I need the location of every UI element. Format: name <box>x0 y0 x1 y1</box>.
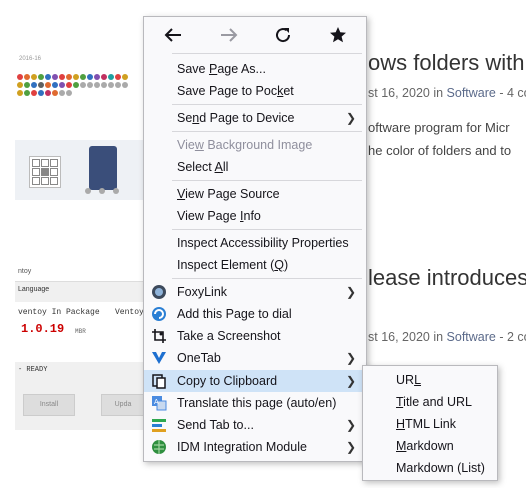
article-meta-1: st 16, 2020 in Software - 4 co <box>368 86 526 100</box>
thumbnail-window-title: ntoy <box>15 268 143 282</box>
article-thumbnail-2[interactable]: ntoy Language ventoy In Package Ventoy 1… <box>15 268 145 430</box>
copy-to-clipboard-submenu: URL Title and URL HTML Link Markdown Mar… <box>362 365 498 481</box>
icon-palette-row <box>17 74 128 80</box>
icon-palette-row <box>17 82 128 88</box>
submenu-item-title-and-url[interactable]: Title and URL <box>396 395 472 409</box>
thumbnail-language-menu: Language <box>18 286 50 293</box>
forward-arrow-icon <box>221 28 238 42</box>
send-tab-icon <box>152 419 166 432</box>
menu-item-select-all[interactable]: Select All <box>144 156 366 178</box>
star-icon <box>330 27 346 43</box>
chevron-right-icon: ❯ <box>345 285 356 299</box>
chevron-right-icon: ❯ <box>345 440 356 454</box>
menu-separator <box>172 131 362 132</box>
screenshot-icon <box>152 329 166 343</box>
article-meta-2: st 16, 2020 in Software - 2 co <box>368 330 526 344</box>
context-nav-row <box>144 17 366 53</box>
submenu-item-html-link[interactable]: HTML Link <box>396 417 456 431</box>
idm-icon <box>152 440 166 454</box>
folder-preview <box>15 140 143 200</box>
chevron-right-icon: ❯ <box>345 418 356 432</box>
context-menu: Save Page As... Save Page to Pocket Send… <box>143 16 367 462</box>
speed-dial-icon <box>152 307 166 321</box>
clipboard-icon <box>152 374 166 389</box>
back-arrow-icon <box>164 28 181 42</box>
folder-icon <box>89 146 117 190</box>
menu-separator <box>172 53 362 54</box>
menu-separator <box>172 278 362 279</box>
article-thumbnail-1[interactable]: 2016-16 <box>15 48 143 253</box>
menu-item-send-to-device[interactable]: Send Page to Device ❯ <box>144 107 366 129</box>
article-title-1[interactable]: ows folders with <box>368 50 525 76</box>
article-excerpt-line: oftware program for Micr <box>368 120 510 135</box>
submenu-item-markdown[interactable]: Markdown <box>396 439 454 453</box>
menu-item-add-to-dial[interactable]: Add this Page to dial <box>144 303 366 325</box>
menu-item-save-to-pocket[interactable]: Save Page to Pocket <box>144 80 366 102</box>
chevron-right-icon: ❯ <box>345 111 356 125</box>
menu-item-copy-to-clipboard[interactable]: Copy to Clipboard ❯ <box>144 370 366 392</box>
bookmark-button[interactable] <box>324 23 352 47</box>
thumbnail-status: - READY <box>18 366 48 374</box>
menu-item-idm-integration[interactable]: IDM Integration Module ❯ <box>144 436 366 458</box>
thumbnail-mbr: MBR <box>75 328 86 335</box>
menu-item-view-background-image: View Background Image <box>177 138 313 152</box>
thumbnail-update-button: Upda <box>101 394 145 416</box>
article-title-2[interactable]: lease introduces <box>368 265 526 291</box>
menu-item-onetab[interactable]: OneTab ❯ <box>144 347 366 369</box>
menu-separator <box>172 229 362 230</box>
onetab-icon <box>152 352 166 364</box>
translate-icon: A <box>152 396 167 411</box>
thumbnail-device-label: Ventoy <box>115 308 144 317</box>
menu-item-foxylink[interactable]: FoxyLink ❯ <box>144 281 366 303</box>
carousel-dots <box>85 188 119 194</box>
menu-separator <box>172 104 362 105</box>
menu-item-view-page-info[interactable]: View Page Info <box>144 205 366 227</box>
thumbnail-date: 2016-16 <box>19 56 42 62</box>
article-excerpt-line: he color of folders and to <box>368 143 512 158</box>
icon-palette-row <box>17 90 72 96</box>
menu-item-send-tab-to[interactable]: Send Tab to... ❯ <box>144 414 366 436</box>
menu-item-inspect-element[interactable]: Inspect Element (Q) <box>144 254 366 276</box>
category-link[interactable]: Software <box>447 86 496 100</box>
menu-item-inspect-accessibility[interactable]: Inspect Accessibility Properties <box>144 232 366 254</box>
submenu-item-url[interactable]: URL <box>396 373 421 387</box>
reload-icon <box>276 28 291 43</box>
menu-item-save-page-as[interactable]: Save Page As... <box>144 58 366 80</box>
menu-item-take-screenshot[interactable]: Take a Screenshot <box>144 325 366 347</box>
menu-item-translate-page[interactable]: A Translate this page (auto/en) <box>144 392 366 414</box>
reload-button[interactable] <box>269 23 297 47</box>
thumbnail-install-button: Install <box>23 394 75 416</box>
svg-text:A: A <box>154 399 159 406</box>
category-link[interactable]: Software <box>447 330 496 344</box>
chevron-right-icon: ❯ <box>345 374 356 388</box>
back-button[interactable] <box>159 23 187 47</box>
thumbnail-package-label: ventoy In Package <box>18 308 100 317</box>
thumbnail-version: 1.0.19 <box>21 322 65 336</box>
forward-button[interactable] <box>215 23 243 47</box>
menu-item-view-page-source[interactable]: View Page Source <box>144 183 366 205</box>
chevron-right-icon: ❯ <box>345 351 356 365</box>
foxylink-icon <box>152 285 166 299</box>
menu-separator <box>172 180 362 181</box>
position-grid <box>29 156 61 188</box>
submenu-item-markdown-list[interactable]: Markdown (List) <box>396 461 485 475</box>
